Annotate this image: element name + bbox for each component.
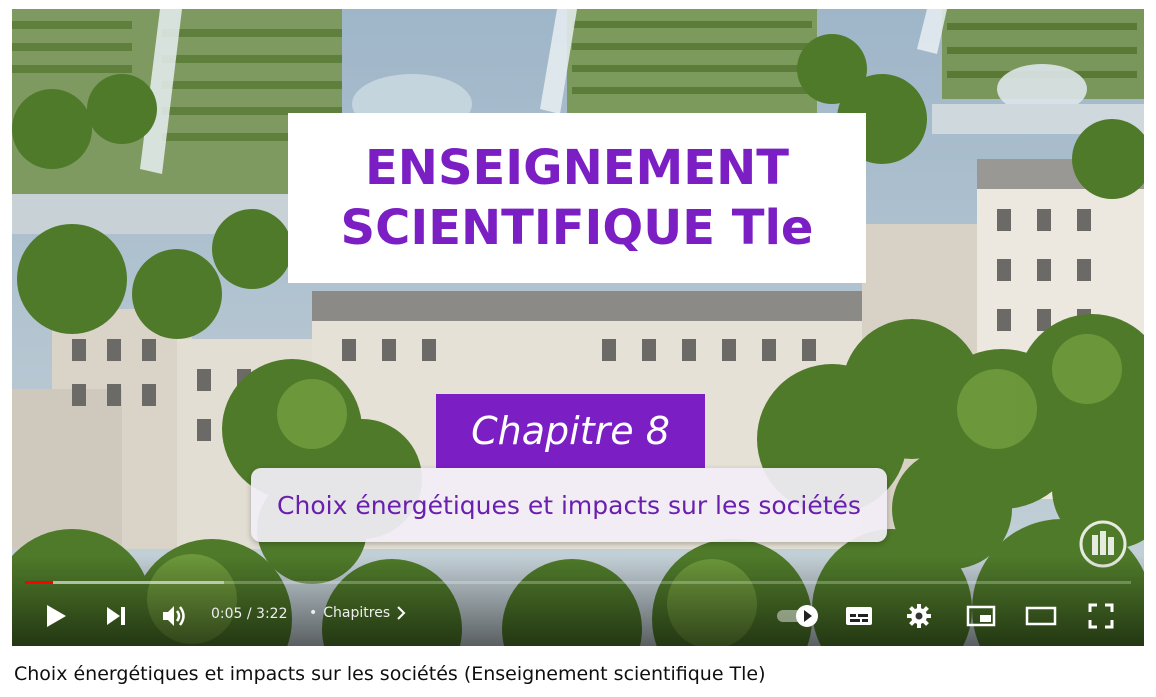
title-card: ENSEIGNEMENT SCIENTIFIQUE Tle <box>288 113 866 283</box>
settings-icon <box>907 604 931 628</box>
settings-button[interactable] <box>902 599 936 633</box>
chapters-button[interactable]: • Chapitres <box>309 605 406 621</box>
video-title: Choix énergétiques et impacts sur les so… <box>14 663 766 685</box>
theater-mode-button[interactable] <box>1024 599 1058 633</box>
play-icon <box>47 605 66 627</box>
play-button[interactable] <box>40 599 72 633</box>
miniplayer-button[interactable] <box>964 599 998 633</box>
video-player[interactable]: ENSEIGNEMENT SCIENTIFIQUE Tle Chapitre 8… <box>12 9 1144 646</box>
time-display: 0:05 / 3:22 <box>211 606 288 622</box>
miniplayer-icon <box>966 605 996 627</box>
video-frame <box>12 9 1144 646</box>
progress-bar[interactable] <box>25 581 1131 584</box>
chapters-label: Chapitres <box>323 605 391 621</box>
subtitle-text: Choix énergétiques et impacts sur les so… <box>277 490 861 520</box>
theater-mode-icon <box>1025 606 1057 626</box>
subtitle-banner: Choix énergétiques et impacts sur les so… <box>251 468 887 542</box>
volume-button[interactable] <box>158 599 190 633</box>
next-button[interactable] <box>100 599 132 633</box>
progress-played <box>25 581 53 584</box>
fullscreen-icon <box>1088 603 1114 629</box>
chapters-separator: • <box>309 605 318 621</box>
chevron-right-icon <box>397 606 406 620</box>
autoplay-toggle[interactable] <box>774 599 822 633</box>
autoplay-toggle-icon <box>777 605 818 627</box>
title-line-2: SCIENTIFIQUE Tle <box>340 200 814 256</box>
subtitles-icon <box>846 607 872 625</box>
fullscreen-button[interactable] <box>1084 599 1118 633</box>
progress-buffered <box>25 581 224 584</box>
subtitles-button[interactable] <box>842 599 876 633</box>
chapter-label: Chapitre 8 <box>471 409 670 453</box>
title-line-1: ENSEIGNEMENT <box>364 140 789 196</box>
next-icon <box>107 607 125 625</box>
chapter-badge: Chapitre 8 <box>436 394 705 468</box>
volume-icon <box>163 606 185 626</box>
